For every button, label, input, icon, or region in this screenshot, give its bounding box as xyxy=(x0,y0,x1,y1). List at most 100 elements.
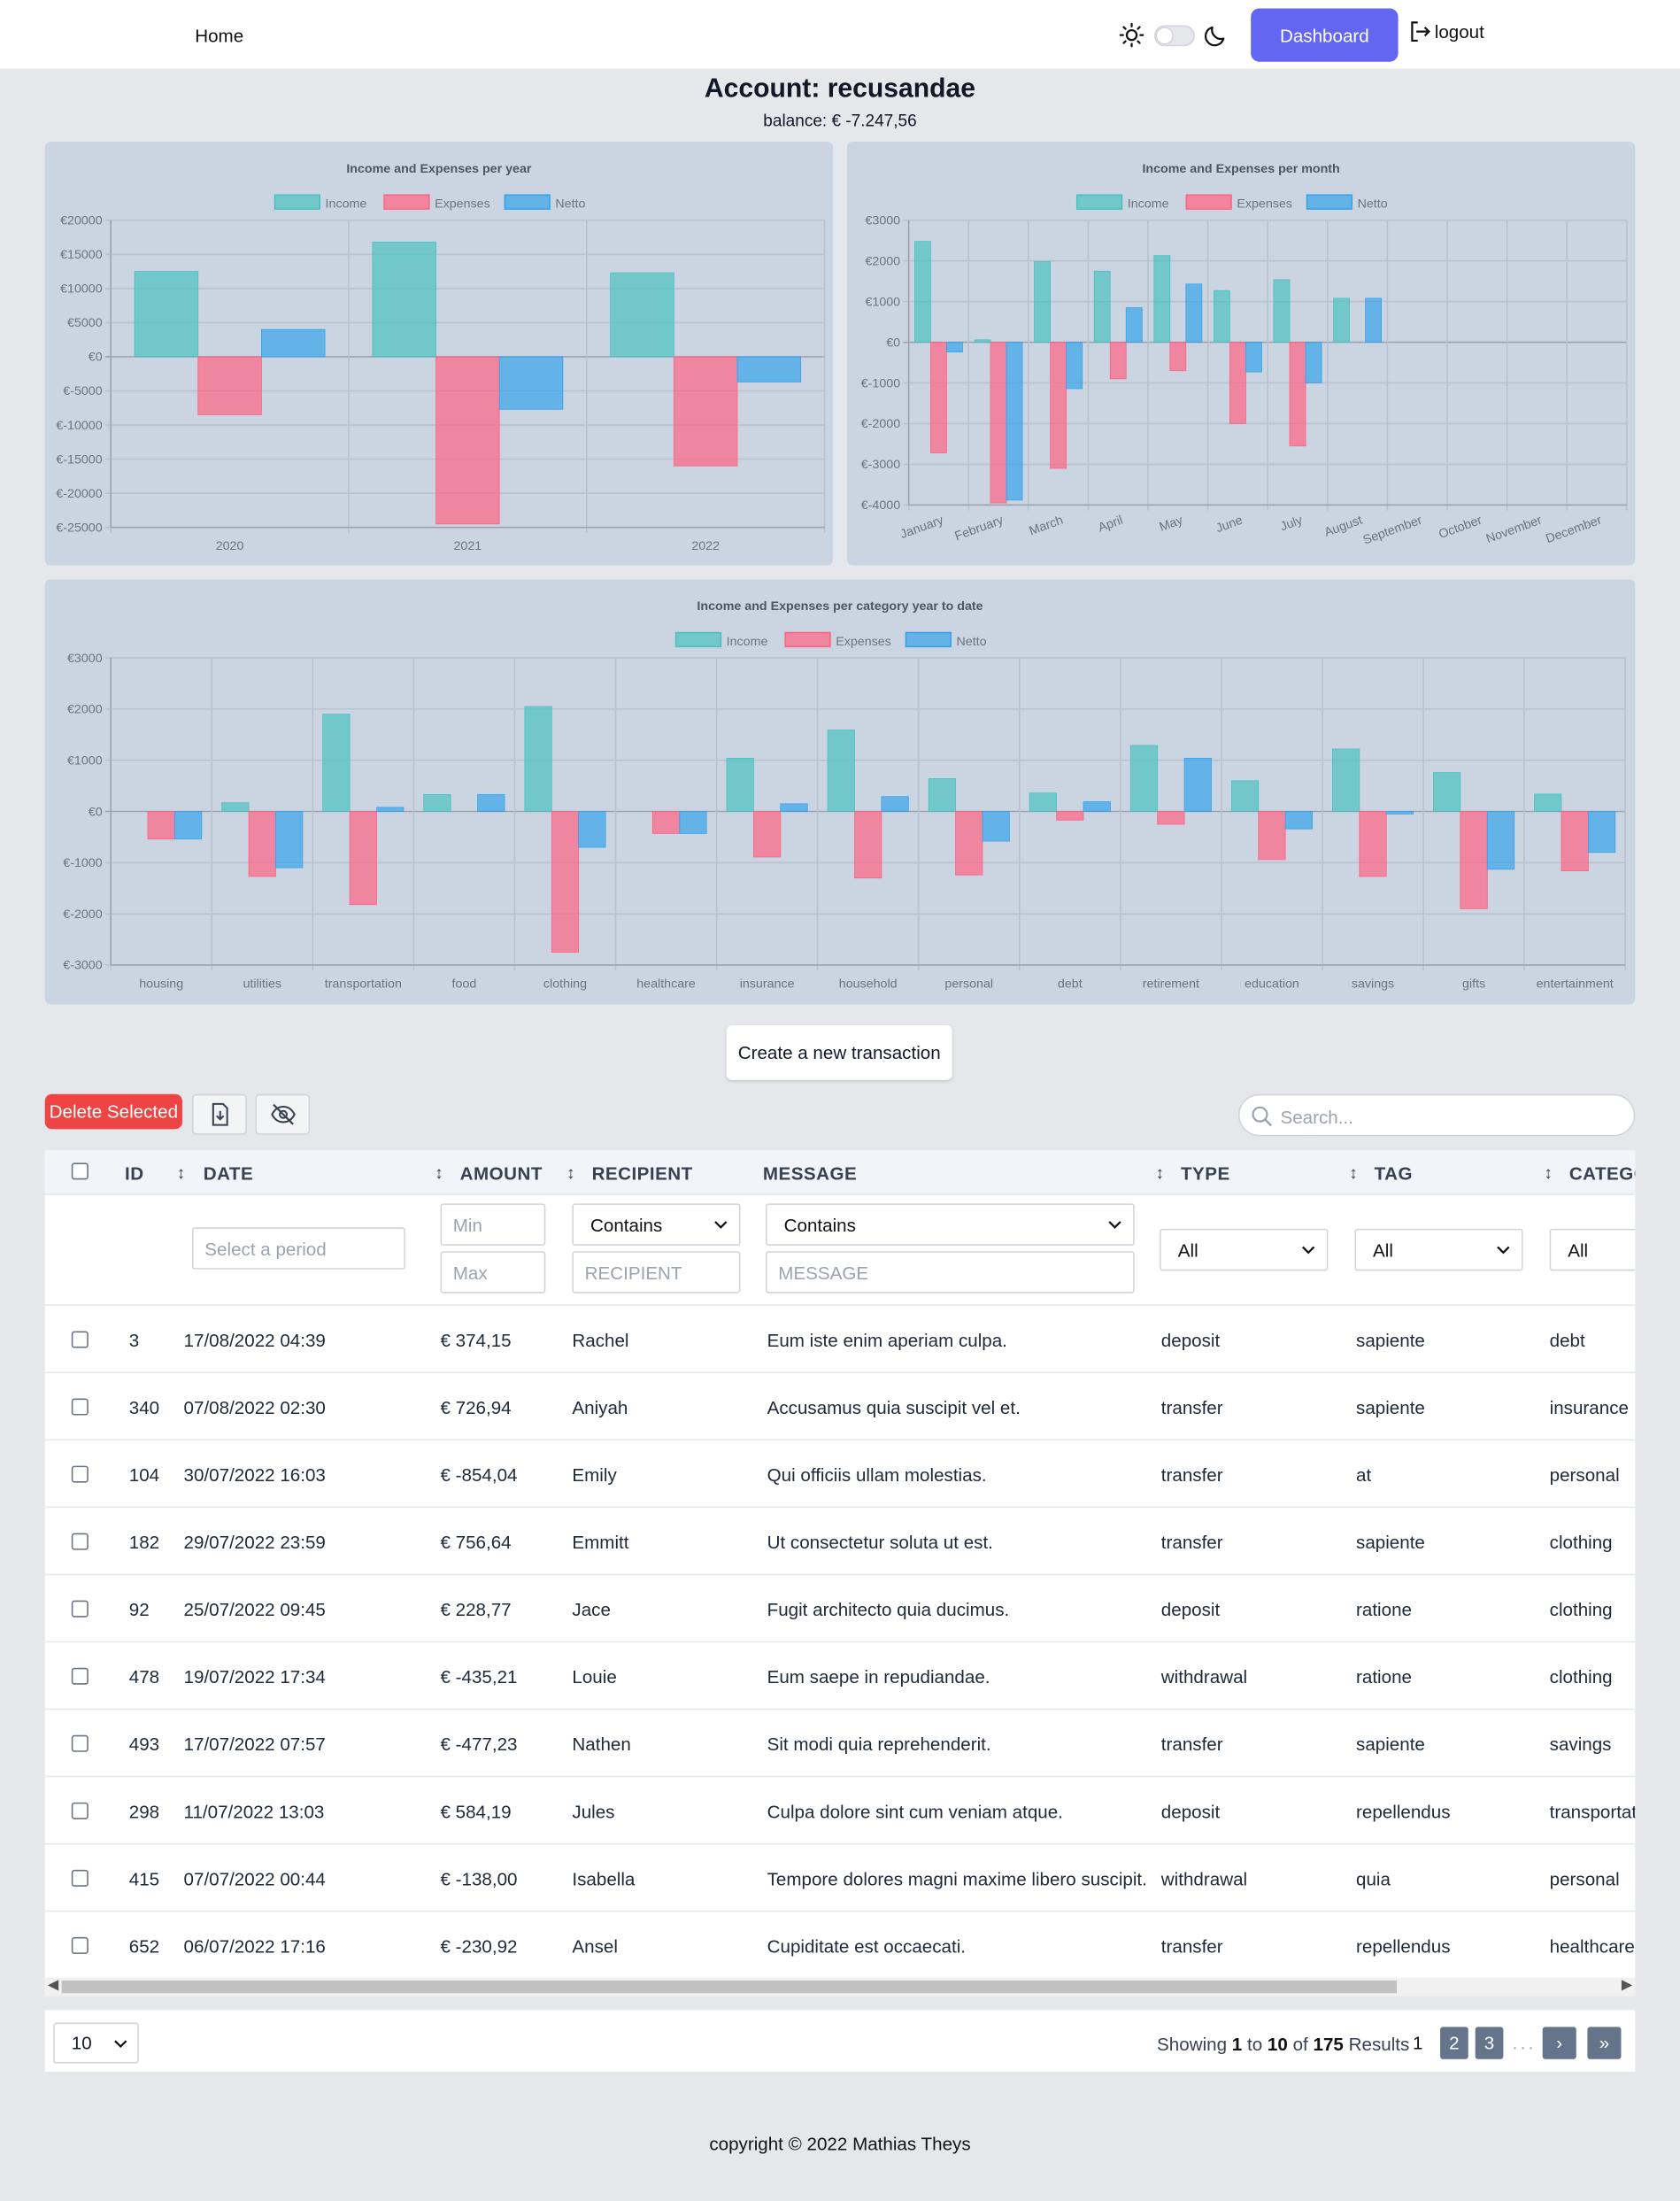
header-date[interactable]: DATE xyxy=(204,1162,253,1184)
cell-amount: € -854,04 xyxy=(440,1464,518,1486)
x-tick-label: retirement xyxy=(1143,977,1199,991)
create-transaction-button[interactable]: Create a new transaction xyxy=(726,1025,952,1080)
sort-recipient-icon[interactable]: ↕ xyxy=(566,1162,575,1182)
row-checkbox[interactable] xyxy=(71,1734,89,1752)
pagination-bar: 10 Showing 1 to 10 of 175 Results 1 2 3 … xyxy=(44,2010,1636,2073)
cell-type: transfer xyxy=(1160,1464,1223,1486)
horizontal-scrollbar[interactable]: ◀ ▶ xyxy=(44,1977,1636,1996)
legend-swatch xyxy=(1306,194,1353,210)
y-tick-label: €20000 xyxy=(60,213,103,228)
bar-expenses xyxy=(1229,342,1246,424)
row-checkbox[interactable] xyxy=(71,1398,89,1416)
sort-date-icon[interactable]: ↕ xyxy=(177,1162,186,1182)
cell-category: healthcare xyxy=(1549,1935,1635,1958)
row-checkbox[interactable] xyxy=(71,1667,89,1685)
cell-type: withdrawal xyxy=(1160,1868,1248,1890)
chevron-down-icon xyxy=(1108,1221,1121,1229)
page-1-button[interactable]: 1 xyxy=(1404,2027,1432,2058)
bar-expenses xyxy=(930,342,947,453)
sun-icon[interactable] xyxy=(1119,22,1144,54)
row-checkbox[interactable] xyxy=(71,1802,89,1819)
message-filter-input[interactable]: MESSAGE xyxy=(766,1251,1135,1294)
table-row[interactable]: 182 29/07/2022 23:59 € 756,64 Emmitt Ut cons… xyxy=(44,1508,1636,1576)
header-amount[interactable]: AMOUNT xyxy=(460,1162,543,1184)
row-checkbox[interactable] xyxy=(71,1331,89,1348)
legend-label: Netto xyxy=(956,635,986,649)
x-tick-label: April xyxy=(1097,514,1125,536)
cell-amount: € 374,15 xyxy=(440,1329,512,1351)
x-tick-label: healthcare xyxy=(636,977,696,991)
sort-amount-icon[interactable]: ↕ xyxy=(435,1162,443,1182)
bar-income xyxy=(827,730,855,812)
recipient-filter-input[interactable]: RECIPIENT xyxy=(572,1251,741,1294)
table-row[interactable]: 652 06/07/2022 17:16 € -230,92 Ansel Cupidit… xyxy=(44,1911,1636,1980)
cell-category: personal xyxy=(1549,1868,1620,1890)
scroll-left-icon[interactable]: ◀ xyxy=(48,1978,58,1993)
bar-income xyxy=(974,339,991,343)
row-checkbox[interactable] xyxy=(71,1533,89,1550)
table-row[interactable]: 415 07/07/2022 00:44 € -138,00 Isabella Temp… xyxy=(44,1844,1636,1912)
chevron-down-icon xyxy=(714,1221,728,1229)
moon-icon[interactable] xyxy=(1203,22,1229,54)
dashboard-button[interactable]: Dashboard xyxy=(1251,8,1399,62)
sort-type-icon[interactable]: ↕ xyxy=(1155,1162,1164,1182)
last-page-button[interactable]: » xyxy=(1587,2027,1622,2059)
amount-max-input[interactable]: Max xyxy=(440,1251,546,1294)
sort-category-icon[interactable]: ↕ xyxy=(1544,1162,1553,1182)
next-page-button[interactable]: › xyxy=(1542,2027,1576,2059)
category-filter-select[interactable]: All xyxy=(1549,1228,1636,1271)
y-tick-label: €3000 xyxy=(67,652,103,666)
header-tag[interactable]: TAG xyxy=(1375,1162,1413,1184)
tag-filter-select[interactable]: All xyxy=(1354,1228,1523,1271)
copyright-footer: copyright © 2022 Mathias Theys xyxy=(709,2133,971,2155)
sort-tag-icon[interactable]: ↕ xyxy=(1349,1162,1358,1182)
toggle-columns-button[interactable] xyxy=(255,1093,311,1135)
table-row[interactable]: 92 25/07/2022 09:45 € 228,77 Jace Fugit arch… xyxy=(44,1575,1636,1643)
header-id[interactable]: ID xyxy=(125,1162,144,1184)
select-all-checkbox[interactable] xyxy=(71,1162,89,1180)
message-mode-select[interactable]: Contains xyxy=(766,1203,1135,1246)
scrollbar-thumb[interactable] xyxy=(61,1981,1397,1994)
bar-income xyxy=(913,241,931,343)
type-filter-select[interactable]: All xyxy=(1160,1228,1329,1271)
y-tick-label: €1000 xyxy=(865,295,900,309)
page-2-button[interactable]: 2 xyxy=(1440,2027,1468,2059)
table-row[interactable]: 493 17/07/2022 07:57 € -477,23 Nathen Sit mo… xyxy=(44,1710,1636,1778)
bar-expenses xyxy=(1258,811,1286,861)
header-type[interactable]: TYPE xyxy=(1181,1162,1230,1184)
export-button[interactable] xyxy=(192,1093,247,1135)
row-checkbox[interactable] xyxy=(71,1465,89,1483)
legend-swatch xyxy=(504,194,551,210)
home-link[interactable]: Home xyxy=(195,26,243,47)
header-message[interactable]: MESSAGE xyxy=(763,1162,857,1184)
table-row[interactable]: 478 19/07/2022 17:34 € -435,21 Louie Eum sae… xyxy=(44,1642,1636,1711)
logout-link[interactable]: logout xyxy=(1408,19,1484,43)
per-page-select[interactable]: 10 xyxy=(53,2022,139,2064)
table-row[interactable]: 298 11/07/2022 13:03 € 584,19 Jules Culpa do… xyxy=(44,1777,1636,1845)
delete-selected-button[interactable]: Delete Selected xyxy=(44,1093,182,1130)
cell-type: deposit xyxy=(1160,1329,1221,1351)
scroll-right-icon[interactable]: ▶ xyxy=(1622,1978,1632,1993)
bar-netto xyxy=(1587,811,1616,853)
table-row[interactable]: 104 30/07/2022 16:03 € -854,04 Emily Qui off… xyxy=(44,1440,1636,1509)
header-category[interactable]: CATEGO xyxy=(1569,1162,1635,1184)
recipient-mode-select[interactable]: Contains xyxy=(572,1203,741,1246)
search-input[interactable] xyxy=(1277,1102,1614,1131)
amount-min-input[interactable]: Min xyxy=(440,1203,546,1246)
y-tick-label: €-1000 xyxy=(861,376,900,390)
header-recipient[interactable]: RECIPIENT xyxy=(592,1162,693,1184)
row-checkbox[interactable] xyxy=(71,1600,89,1618)
table-row[interactable]: 340 07/08/2022 02:30 € 726,94 Aniyah Accusam… xyxy=(44,1373,1636,1441)
period-filter[interactable]: Select a period xyxy=(192,1227,405,1270)
table-row[interactable]: 3 17/08/2022 04:39 € 374,15 Rachel Eum iste … xyxy=(44,1306,1636,1374)
cell-recipient: Emily xyxy=(572,1464,617,1486)
cell-tag: repellendus xyxy=(1356,1935,1451,1958)
bar-expenses xyxy=(854,811,882,879)
row-checkbox[interactable] xyxy=(71,1936,89,1954)
page-3-button[interactable]: 3 xyxy=(1475,2027,1504,2059)
row-checkbox[interactable] xyxy=(71,1869,89,1887)
theme-toggle[interactable] xyxy=(1153,25,1195,47)
legend-label: Income xyxy=(1128,197,1169,211)
cell-tag: sapiente xyxy=(1356,1329,1425,1351)
cell-recipient: Jace xyxy=(572,1599,611,1620)
